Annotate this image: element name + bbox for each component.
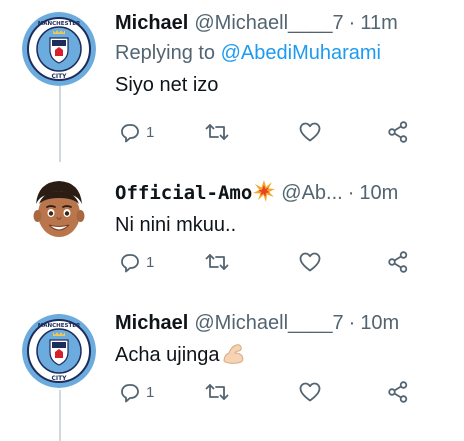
heart-icon [299,382,321,402]
reply-icon [121,124,139,143]
tweet-actions: 1 [118,248,448,276]
retweet-button[interactable] [204,248,230,276]
author-name[interactable]: Official-Amo [115,180,252,206]
share-icon [388,381,408,403]
heart-icon [299,252,321,272]
author-handle[interactable]: @Michaell____7 [194,10,343,36]
svg-text:CITY: CITY [51,73,67,80]
share-button[interactable] [386,118,410,146]
reply-count: 1 [146,383,155,401]
replying-to-mention[interactable]: @AbediMuharami [221,42,381,64]
avatar[interactable]: MANCHESTER CITY [22,314,96,388]
replying-to-label: Replying to [115,42,216,64]
timestamp[interactable]: 11m [360,10,397,36]
reply-icon [121,254,139,273]
reply-count: 1 [146,123,155,141]
tweet-text: Ni nini mkuu.. [115,214,237,236]
svg-text:MANCHESTER: MANCHESTER [38,21,81,27]
memoji-avatar-icon [22,174,96,248]
separator: · [348,312,356,334]
like-button[interactable] [298,118,322,146]
share-icon [388,251,408,273]
retweet-button[interactable] [204,378,230,406]
timestamp[interactable]: 10m [360,310,399,336]
tweet[interactable]: Official-Amo @Ab... · 10m Ni nini mkuu..… [0,160,464,300]
like-button[interactable] [298,248,322,276]
replying-to: Replying to @AbediMuharami [115,40,454,66]
manchester-city-badge-icon: MANCHESTER CITY [22,314,96,388]
tweet-header: Official-Amo @Ab... · 10m [115,180,454,206]
avatar[interactable]: MANCHESTER CITY [22,12,96,86]
collision-emoji-icon [253,180,276,202]
retweet-button[interactable] [204,118,230,146]
reply-button[interactable]: 1 [118,248,154,276]
tweet-actions: 1 [118,118,448,146]
tweet-actions: 1 [118,378,448,406]
like-button[interactable] [298,378,322,406]
timestamp[interactable]: 10m [359,180,398,206]
tweet-text: Acha ujinga [115,342,454,368]
author-name[interactable]: Michael [115,10,188,36]
flexed-biceps-emoji-icon [223,344,243,364]
svg-text:CITY: CITY [51,375,67,382]
avatar[interactable] [22,174,96,248]
share-button[interactable] [386,248,410,276]
author-handle[interactable]: @Ab... [281,180,342,206]
reply-count: 1 [146,253,155,271]
separator: · [347,182,355,204]
heart-icon [299,122,321,142]
share-icon [388,121,408,143]
author-name[interactable]: Michael [115,310,188,336]
retweet-icon [205,254,229,270]
tweet[interactable]: MANCHESTER CITY Michael @Michaell____7 ·… [0,300,464,441]
tweet-text: Siyo net izo [115,74,219,96]
reply-button[interactable]: 1 [118,118,154,146]
retweet-icon [205,124,229,140]
share-button[interactable] [386,378,410,406]
author-handle[interactable]: @Michaell____7 [194,310,343,336]
svg-text:MANCHESTER: MANCHESTER [38,323,81,329]
retweet-icon [205,384,229,400]
tweet-text-content: Acha ujinga [115,344,220,366]
reply-icon [121,384,139,403]
manchester-city-badge-icon: MANCHESTER CITY [22,12,96,86]
tweet[interactable]: MANCHESTER CITY Michael @Michaell____7 ·… [0,0,464,160]
separator: · [348,12,356,34]
reply-button[interactable]: 1 [118,378,154,406]
tweet-header: Michael @Michaell____7 · 11m [115,10,454,36]
tweet-header: Michael @Michaell____7 · 10m [115,310,454,336]
